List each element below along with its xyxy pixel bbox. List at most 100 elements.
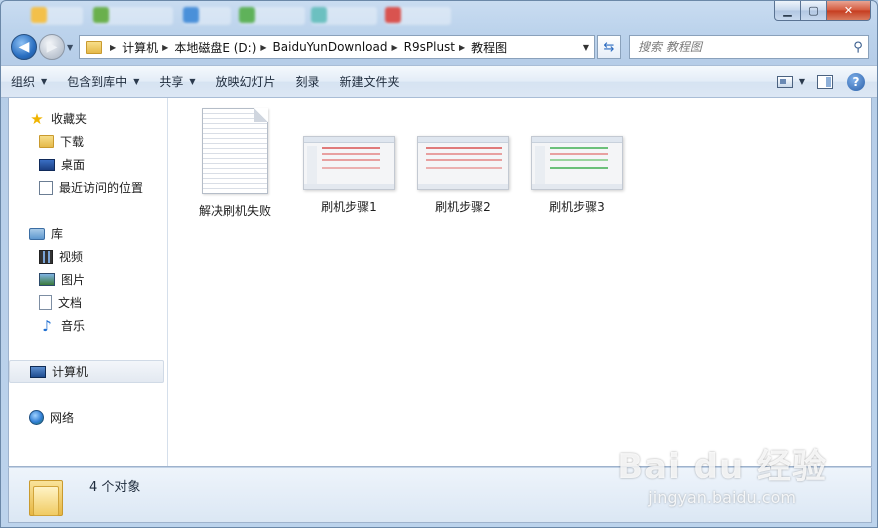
toolbar-right: ▼ ?	[776, 72, 877, 91]
file-item-image[interactable]: 刷机步骤3	[527, 108, 627, 215]
sidebar-item-favorites[interactable]: ★ 收藏夹	[9, 107, 168, 130]
sidebar-item-videos[interactable]: 视频	[9, 245, 168, 268]
blurred-item	[183, 7, 231, 25]
organize-label: 组织	[11, 75, 36, 89]
picture-icon	[39, 273, 55, 286]
sidebar-item-documents[interactable]: 文档	[9, 291, 168, 314]
minimize-button[interactable]: ▁	[774, 1, 801, 21]
command-bar: 组织 ▼ 包含到库中 ▼ 共享 ▼ 放映幻灯片 刻录 新建文件夹 ▼ ?	[1, 65, 877, 98]
explorer-window: ▁ ▢ ✕ ◀ ▶ ▼ ▶ 计算机 ▶ 本地磁盘E (D:) ▶ BaiduYu…	[0, 0, 878, 528]
view-options-dropdown-icon[interactable]: ▼	[799, 77, 805, 86]
blurred-item	[31, 7, 83, 25]
forward-button[interactable]: ▶	[39, 34, 65, 60]
close-button[interactable]: ✕	[827, 1, 871, 21]
chevron-right-icon[interactable]: ▶	[459, 43, 465, 52]
include-in-library-menu[interactable]: 包含到库中 ▼	[57, 70, 149, 94]
arrow-right-icon: ▶	[46, 39, 58, 55]
sidebar-item-label: 桌面	[61, 158, 86, 172]
file-item-document[interactable]: 解决刷机失败	[185, 108, 285, 219]
document-icon	[39, 295, 52, 310]
back-button[interactable]: ◀	[11, 34, 37, 60]
address-bar[interactable]: ▶ 计算机 ▶ 本地磁盘E (D:) ▶ BaiduYunDownload ▶ …	[79, 35, 595, 59]
close-icon: ✕	[843, 4, 854, 17]
search-box[interactable]: ⚲	[629, 35, 869, 59]
file-item-image[interactable]: 刷机步骤1	[299, 108, 399, 215]
desktop-icon	[39, 158, 55, 171]
blurred-item	[93, 7, 173, 25]
sidebar-item-label: 最近访问的位置	[59, 181, 144, 195]
sidebar-item-libraries[interactable]: 库	[9, 222, 168, 245]
include-in-library-label: 包含到库中	[67, 75, 128, 89]
sidebar-item-music[interactable]: ♪ 音乐	[9, 314, 168, 337]
search-icon[interactable]: ⚲	[848, 40, 868, 55]
folder-icon	[29, 476, 63, 516]
sidebar-item-pictures[interactable]: 图片	[9, 268, 168, 291]
sidebar-item-label: 收藏夹	[51, 112, 88, 126]
network-icon	[29, 410, 44, 425]
breadcrumb-current-folder[interactable]: 教程图	[471, 39, 507, 56]
burn-button[interactable]: 刻录	[286, 70, 330, 94]
document-file-icon	[202, 108, 268, 194]
address-dropdown-icon[interactable]: ▼	[578, 43, 594, 52]
breadcrumb-baiduyundownload[interactable]: BaiduYunDownload	[273, 40, 388, 54]
file-name: 刷机步骤3	[549, 200, 605, 214]
image-thumbnail	[303, 136, 395, 190]
video-icon	[39, 249, 53, 264]
blurred-taskbar-strip	[1, 1, 761, 31]
help-icon[interactable]: ?	[847, 72, 865, 91]
content-area: ★ 收藏夹 下载 桌面 最近访问的位置 库 视频 图片 文档 ♪ 音乐 计算机 网络	[8, 98, 872, 467]
downloads-folder-icon	[39, 135, 54, 148]
chevron-right-icon[interactable]: ▶	[110, 43, 116, 52]
recent-places-icon	[39, 180, 53, 195]
sidebar-item-recent-places[interactable]: 最近访问的位置	[9, 176, 168, 199]
preview-pane-icon[interactable]	[817, 74, 833, 89]
sidebar-item-label: 下载	[60, 135, 85, 149]
refresh-button[interactable]: ⇆	[597, 35, 621, 59]
maximize-icon: ▢	[808, 4, 819, 17]
chevron-down-icon: ▼	[189, 77, 196, 86]
watermark: Bai du 经验 jingyan.baidu.com	[617, 439, 827, 507]
star-icon: ★	[30, 109, 44, 128]
chevron-right-icon[interactable]: ▶	[260, 43, 266, 52]
watermark-url: jingyan.baidu.com	[648, 488, 796, 507]
recent-pages-dropdown[interactable]: ▼	[67, 43, 73, 52]
sidebar-item-network[interactable]: 网络	[9, 406, 168, 429]
slideshow-label: 放映幻灯片	[215, 75, 276, 89]
sidebar-item-label: 图片	[61, 273, 86, 287]
sidebar-item-label: 视频	[59, 250, 84, 264]
network-group: 网络	[9, 406, 168, 429]
arrow-left-icon: ◀	[18, 39, 30, 55]
sidebar-item-label: 库	[51, 227, 64, 241]
share-label: 共享	[159, 75, 184, 89]
sidebar-item-label: 网络	[50, 411, 75, 425]
file-name: 刷机步骤2	[435, 200, 491, 214]
navigation-row: ◀ ▶ ▼ ▶ 计算机 ▶ 本地磁盘E (D:) ▶ BaiduYunDownl…	[1, 31, 877, 63]
library-icon	[29, 227, 45, 240]
image-thumbnail	[417, 136, 509, 190]
breadcrumb-computer[interactable]: 计算机	[122, 39, 158, 56]
libraries-group: 库 视频 图片 文档 ♪ 音乐	[9, 222, 168, 337]
sidebar-item-label: 计算机	[52, 365, 89, 379]
sidebar-item-label: 音乐	[61, 319, 86, 333]
folder-icon	[86, 40, 102, 54]
organize-menu[interactable]: 组织 ▼	[1, 70, 57, 94]
new-folder-label: 新建文件夹	[339, 75, 400, 89]
share-menu[interactable]: 共享 ▼	[149, 70, 205, 94]
search-input[interactable]	[638, 37, 848, 57]
minimize-icon: ▁	[783, 4, 792, 17]
watermark-brand: Bai du 经验	[617, 447, 827, 487]
chevron-right-icon[interactable]: ▶	[392, 43, 398, 52]
new-folder-button[interactable]: 新建文件夹	[330, 70, 410, 94]
maximize-button[interactable]: ▢	[801, 1, 827, 21]
sidebar-item-computer[interactable]: 计算机	[9, 360, 164, 383]
breadcrumb-drive[interactable]: 本地磁盘E (D:)	[174, 39, 256, 56]
sidebar-item-desktop[interactable]: 桌面	[9, 153, 168, 176]
file-item-image[interactable]: 刷机步骤2	[413, 108, 513, 215]
slideshow-button[interactable]: 放映幻灯片	[206, 70, 286, 94]
sidebar-item-downloads[interactable]: 下载	[9, 130, 168, 153]
chevron-right-icon[interactable]: ▶	[162, 43, 168, 52]
blurred-item	[239, 7, 305, 25]
change-view-icon[interactable]	[776, 75, 793, 88]
breadcrumb-r9splust[interactable]: R9sPlust	[404, 40, 455, 54]
sidebar-item-label: 文档	[58, 296, 83, 310]
